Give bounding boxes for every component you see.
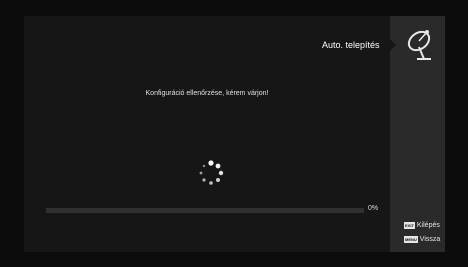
title-tab-pointer [386, 35, 396, 55]
help-exit[interactable]: EXIT Kilépés [404, 222, 440, 229]
help-back-label: Vissza [419, 236, 441, 243]
page-title: Auto. telepítés [322, 40, 380, 50]
exit-key-icon: EXIT [404, 222, 415, 229]
help-back[interactable]: MENU Vissza [404, 236, 440, 243]
menu-key-icon: MENU [404, 236, 418, 243]
help-exit-label: Kilépés [416, 222, 440, 229]
progress-percent: 0% [368, 205, 379, 212]
screen: Auto. telepítés Konfiguráció ellenőrzése… [0, 0, 468, 267]
satellite-dish-icon [407, 30, 431, 60]
status-message: Konfiguráció ellenőrzése, kérem várjon! [145, 90, 269, 97]
loading-spinner-icon [199, 160, 224, 185]
progress-bar [46, 208, 364, 213]
